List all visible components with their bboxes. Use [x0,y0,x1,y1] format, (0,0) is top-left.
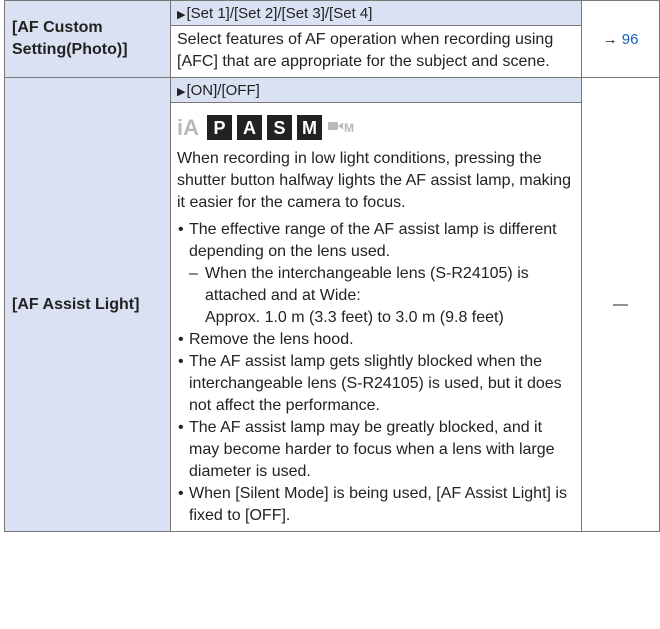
setting-options: ▶[ON]/[OFF] [170,77,582,103]
shutter-mode-icon: S [267,115,292,140]
movie-mode-letter: M [344,120,354,135]
arrow-icon: → [602,30,618,48]
setting-name-af-assist: [AF Assist Light] [4,77,171,532]
note-text: The effective range of the AF assist lam… [189,221,557,260]
list-item: The effective range of the AF assist lam… [177,219,575,329]
list-item: When [Silent Mode] is being used, [AF As… [177,483,575,527]
list-item: The AF assist lamp gets slightly blocked… [177,351,575,417]
program-mode-icon: P [207,115,232,140]
right-triangle-icon: ▶ [177,85,186,98]
video-camera-icon [328,121,343,130]
list-item: Remove the lens hood. [177,329,575,351]
setting-description-block: iA P A S M M When recording in low light… [170,102,582,532]
list-item: The AF assist lamp may be greatly blocke… [177,417,575,483]
page-reference-none: — [581,77,660,532]
setting-options: ▶[Set 1]/[Set 2]/[Set 3]/[Set 4] [170,0,582,26]
dash-marker: – [189,265,198,282]
right-triangle-icon: ▶ [177,8,186,21]
intelligent-auto-mode-icon: iA [177,114,199,140]
sub-note-range: Approx. 1.0 m (3.3 feet) to 3.0 m (9.8 f… [205,309,504,326]
sub-note: – When the interchangeable lens (S-R24105… [189,263,575,307]
sub-note-text: When the interchangeable lens (S-R24105)… [205,265,529,304]
creative-video-icon: M [328,117,354,139]
options-text: [Set 1]/[Set 2]/[Set 3]/[Set 4] [186,4,373,22]
table-row: [AF Custom Setting(Photo)] ▶[Set 1]/[Set… [4,0,660,78]
manual-mode-icon: M [297,115,322,140]
setting-description: Select features of AF operation when rec… [170,25,582,78]
page-link[interactable]: 96 [622,31,639,48]
setting-name-af-custom: [AF Custom Setting(Photo)] [4,0,171,78]
page-reference[interactable]: → 96 [581,0,660,78]
setting-description: When recording in low light conditions, … [177,150,571,211]
recording-mode-icons: iA P A S M M [177,115,575,140]
notes-list: The effective range of the AF assist lam… [177,219,575,527]
table-row: [AF Assist Light] ▶[ON]/[OFF] — [4,77,660,532]
aperture-mode-icon: A [237,115,262,140]
options-text: [ON]/[OFF] [186,81,260,99]
settings-table: [AF Custom Setting(Photo)] ▶[Set 1]/[Set… [4,0,660,532]
